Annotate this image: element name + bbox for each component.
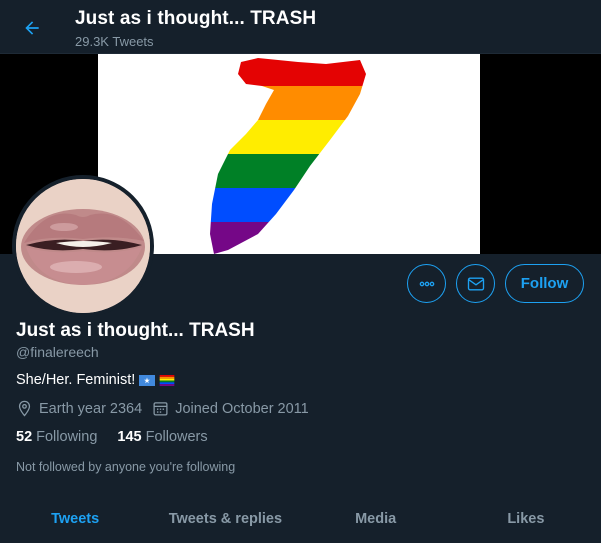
profile-meta: Earth year 2364 Joined October 2011 [16, 400, 319, 417]
tab-tweets[interactable]: Tweets [0, 495, 150, 543]
location-pin-icon [18, 400, 31, 417]
profile-handle: @finalereech [16, 344, 99, 360]
calendar-icon [153, 402, 168, 416]
tab-likes[interactable]: Likes [451, 495, 601, 543]
message-button[interactable] [456, 264, 495, 303]
tab-tweets-and-replies[interactable]: Tweets & replies [150, 495, 300, 543]
location-text: Earth year 2364 [39, 400, 143, 417]
followers-link[interactable]: 145 Followers [117, 429, 207, 445]
arrow-left-icon [25, 21, 39, 35]
envelope-icon [467, 277, 484, 290]
follow-counts: 52 Following 145 Followers [16, 429, 208, 445]
tab-media[interactable]: Media [301, 495, 451, 543]
somalia-flag-icon [139, 374, 156, 386]
profile-bio: She/Her. Feminist! [16, 372, 175, 388]
more-button[interactable] [407, 264, 446, 303]
profile-tabs: Tweets Tweets & replies Media Likes [0, 495, 601, 543]
not-followed-note: Not followed by anyone you're following [16, 460, 236, 474]
more-options-icon [419, 281, 434, 286]
following-link[interactable]: 52 Following [16, 429, 97, 445]
join-date: Joined October 2011 [152, 400, 309, 417]
rainbow-somalia-map-image [210, 58, 366, 254]
followers-count: 145 [117, 429, 142, 445]
banner-image [98, 54, 480, 254]
profile-header: Just as i thought... TRASH 29.3K Tweets [0, 0, 601, 54]
following-label: Following [36, 429, 98, 445]
back-button[interactable] [14, 12, 50, 44]
profile-actions: Follow [0, 264, 601, 304]
header-title: Just as i thought... TRASH [75, 8, 317, 29]
tweet-count: 29.3K Tweets [75, 34, 154, 49]
location: Earth year 2364 [16, 400, 142, 417]
profile-name: Just as i thought... TRASH [16, 320, 255, 341]
join-date-text: Joined October 2011 [175, 400, 309, 417]
follow-button[interactable]: Follow [505, 264, 584, 303]
rainbow-flag-icon [159, 374, 175, 386]
following-count: 52 [16, 429, 33, 445]
followers-label: Followers [145, 429, 208, 445]
bio-text: She/Her. Feminist! [16, 372, 136, 388]
